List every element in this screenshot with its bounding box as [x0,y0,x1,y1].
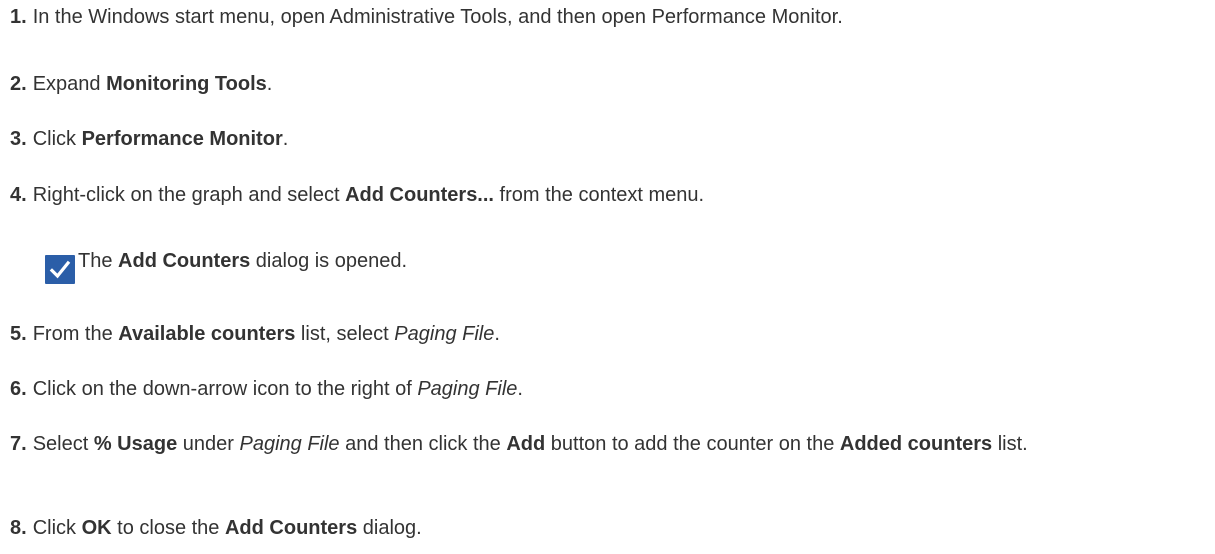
step-text: . [282,128,289,150]
step-text: to close the [111,517,225,539]
bold-term: % Usage [93,433,178,455]
step-1: 1. In the Windows start menu, open Admini… [10,3,1195,31]
italic-term: Paging File [239,433,340,455]
step-text: under [177,433,240,455]
step-text: The [78,250,119,272]
step-number: 3. [10,128,27,150]
step-text: Right-click on the graph and select [32,184,346,206]
step-4: 4. Right-click on the graph and select Ad… [10,181,1195,209]
result-text: The Add Counters dialog is opened. [78,247,407,275]
step-number: 1. [10,6,27,28]
step-number: 8. [10,517,27,539]
bold-term: Add Counters [224,517,358,539]
bold-term: Performance Monitor [81,128,283,150]
step-number: 5. [10,323,27,345]
step-number: 6. [10,378,27,400]
step-text: list. [992,433,1028,455]
step-7: 7. Select % Usage under Paging File and t… [10,430,1195,458]
step-text: . [517,378,523,400]
step-text: . [266,73,273,95]
step-text: Select [32,433,94,455]
step-number: 7. [10,433,27,455]
step-text: Click on the down-arrow icon to the righ… [32,378,418,400]
step-5: 5. From the Available counters list, sele… [10,320,1195,348]
bold-term: Add Counters [118,250,251,272]
step-number: 2. [10,73,27,95]
bold-term: Monitoring Tools [106,73,267,95]
step-text: Click [32,128,82,150]
step-text: dialog is opened. [250,250,408,272]
step-text: and then click the [339,433,507,455]
step-text: Expand [32,73,107,95]
step-6: 6. Click on the down-arrow icon to the ri… [10,375,1195,403]
bold-term: Available counters [118,323,296,345]
italic-term: Paging File [394,323,495,345]
step-text: button to add the counter on the [545,433,840,455]
step-text: Click [32,517,82,539]
step-8: 8. Click OK to close the Add Counters dia… [10,514,1195,542]
step-text: From the [32,323,119,345]
step-text: In the Windows start menu, open Administ… [32,6,843,28]
step-3: 3. Click Performance Monitor. [10,125,1195,153]
step-number: 4. [10,184,27,206]
bold-term: Added counters [839,433,993,455]
bold-term: Add [506,433,546,455]
step-text: dialog. [357,517,422,539]
checkmark-icon [45,255,75,284]
step-text: . [494,323,500,345]
step-2: 2. Expand Monitoring Tools. [10,70,1195,98]
bold-term: OK [81,517,112,539]
step-text: from the context menu. [493,184,705,206]
step-text: list, select [295,323,395,345]
bold-term: Add Counters... [345,184,494,206]
italic-term: Paging File [417,378,518,400]
